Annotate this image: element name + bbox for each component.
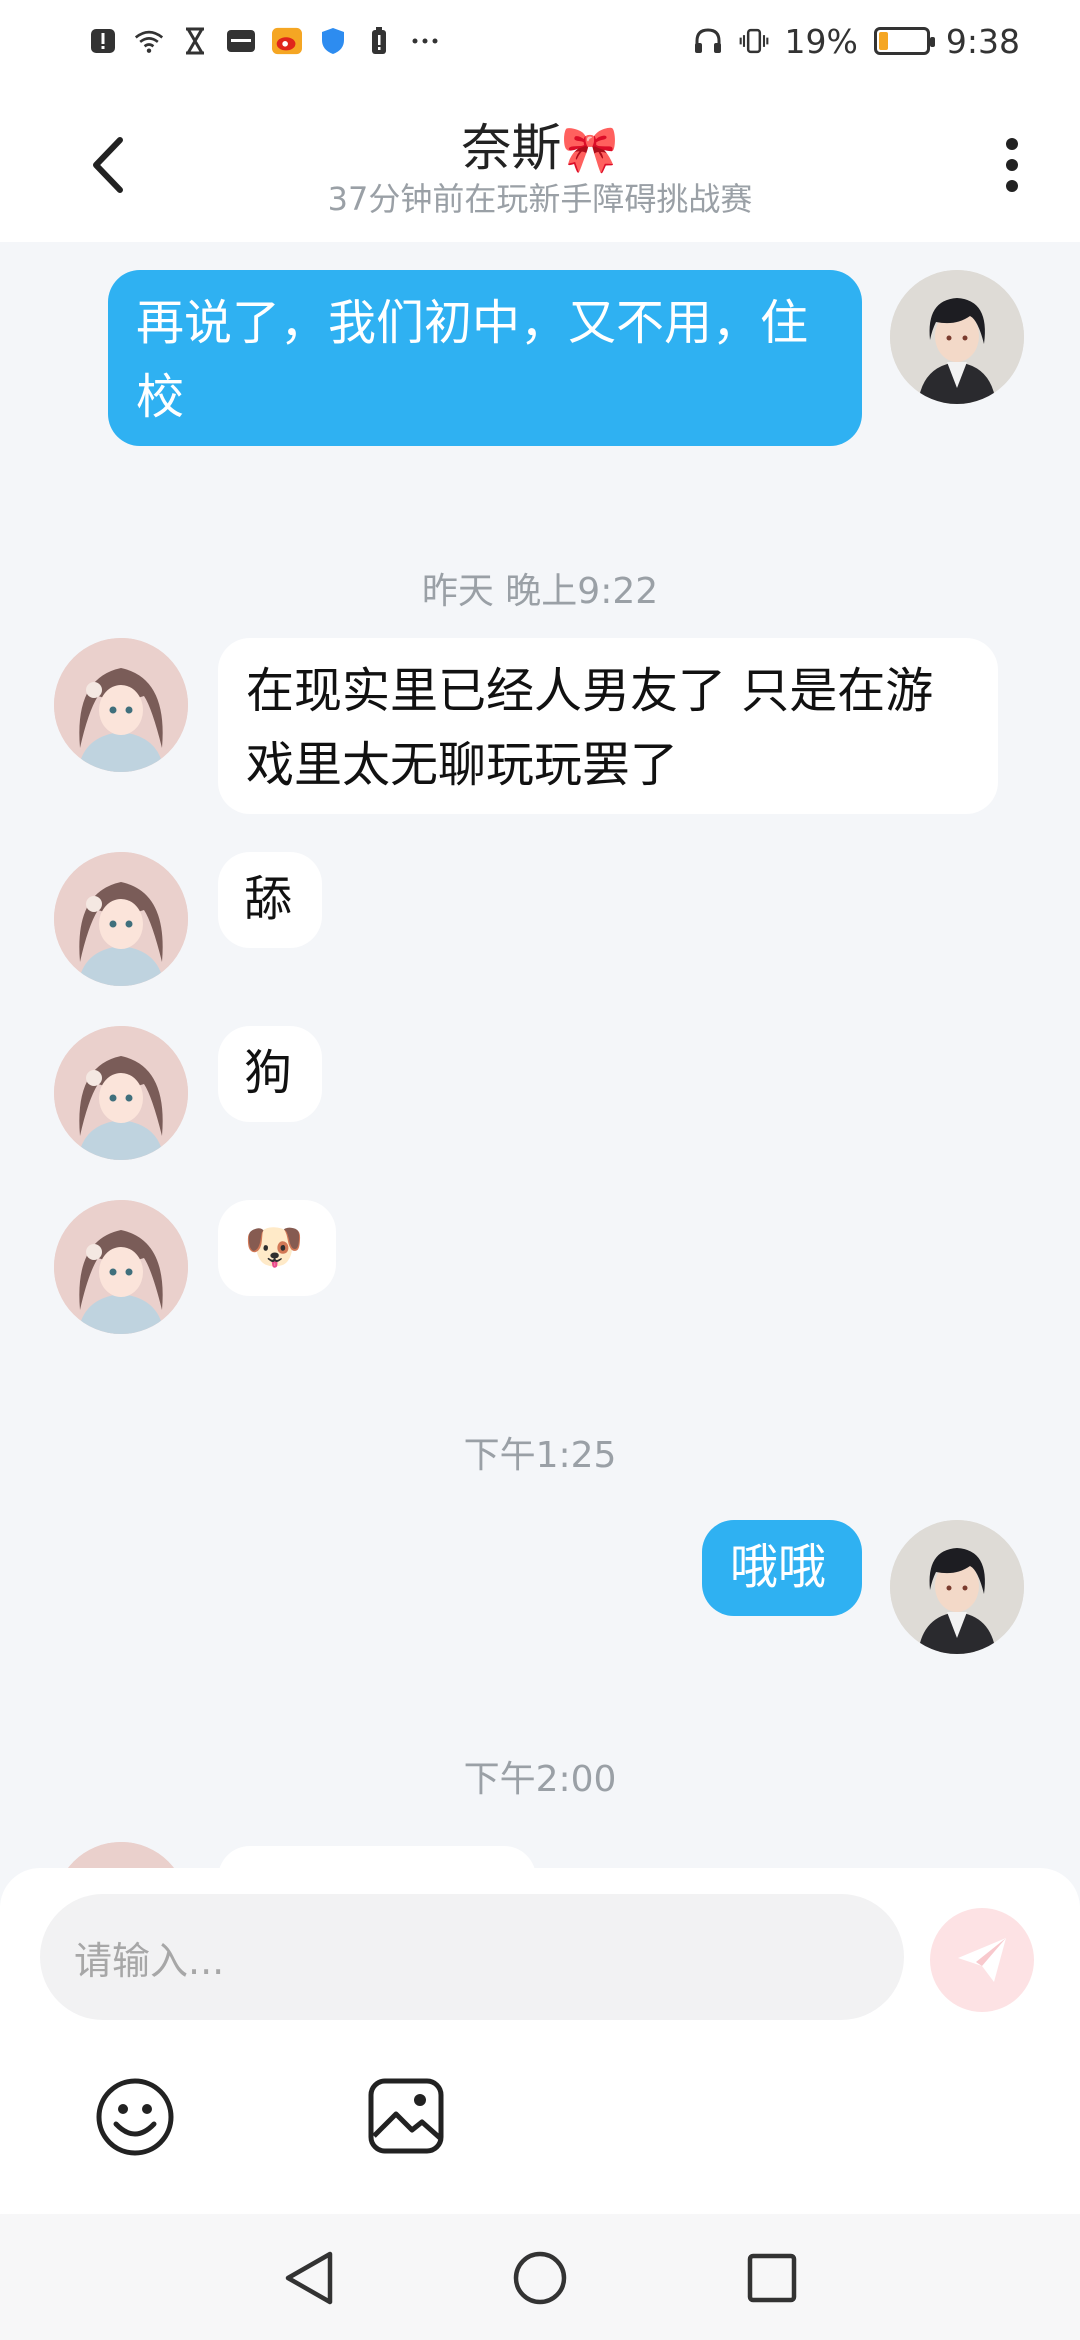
system-navigation-bar (0, 2214, 1080, 2340)
composer: 请输入... (0, 1868, 1080, 2214)
timestamp-afternoon-2: 下午2:00 (463, 1759, 617, 1800)
message-input[interactable]: 请输入... (40, 1894, 904, 2020)
boy-avatar-icon (890, 270, 1024, 404)
more-options-button[interactable] (992, 130, 1032, 200)
battery-percent: 19% (784, 21, 858, 61)
more-vertical-icon (1006, 138, 1018, 192)
nav-recents-button[interactable] (746, 2252, 798, 2304)
square-recents-icon (747, 2253, 797, 2303)
weibo-icon (272, 26, 302, 56)
vibrate-icon (739, 26, 769, 56)
my-avatar[interactable] (890, 270, 1024, 404)
message-text: 狗 (244, 1045, 293, 1101)
dog-emoji: 🐶 (244, 1219, 304, 1275)
chat-screen: 19% 9:38 奈斯🎀 37分钟前在玩新手障碍挑战赛 再说了，我们初中，又不用… (0, 0, 1080, 2340)
nav-back-button[interactable] (282, 2248, 336, 2308)
image-icon (368, 2078, 444, 2154)
message-bubble-outgoing[interactable]: 哦哦 (702, 1520, 862, 1616)
circle-home-icon (513, 2251, 567, 2305)
timestamp-yesterday: 昨天 晚上9:22 (421, 571, 659, 612)
shield-icon (318, 26, 348, 56)
nav-home-button[interactable] (512, 2250, 568, 2306)
girl-avatar-icon (54, 1026, 188, 1160)
message-text: 在现实里已经人男友了 只是在游戏里太无聊玩玩罢了 (246, 663, 934, 793)
girl-avatar-icon (54, 852, 188, 986)
clock: 9:38 (945, 21, 1020, 61)
contact-avatar[interactable] (54, 1200, 188, 1334)
triangle-back-icon (285, 2251, 333, 2305)
bow-emoji: 🎀 (561, 122, 619, 176)
contact-name: 奈斯🎀 (0, 108, 1080, 180)
alert-icon (88, 26, 118, 56)
image-button[interactable] (366, 2076, 446, 2156)
paper-plane-icon (958, 1938, 1006, 1982)
message-bubble-incoming[interactable]: 舔 (218, 852, 322, 948)
message-list[interactable]: 再说了，我们初中，又不用，住校 昨天 晚上9:22 在现实里已经人男友了 只是在… (0, 242, 1080, 1872)
message-bubble-incoming[interactable]: 在现实里已经人男友了 只是在游戏里太无聊玩玩罢了 (218, 638, 998, 814)
girl-avatar-icon (54, 1200, 188, 1334)
status-bar: 19% 9:38 (0, 0, 1080, 82)
message-bubble-incoming[interactable]: 狗 (218, 1026, 322, 1122)
message-bubble-incoming[interactable]: 🐶 (218, 1200, 336, 1296)
my-avatar[interactable] (890, 1520, 1024, 1654)
message-text: 舔 (244, 871, 293, 927)
battery-alert-icon (364, 26, 394, 56)
message-text: 哦哦 (730, 1539, 827, 1595)
contact-name-text: 奈斯 (461, 119, 562, 177)
contact-avatar[interactable] (54, 638, 188, 772)
emoji-button[interactable] (94, 2076, 176, 2158)
contact-status: 37分钟前在玩新手障碍挑战赛 (327, 180, 753, 218)
chat-header: 奈斯🎀 37分钟前在玩新手障碍挑战赛 (0, 82, 1080, 242)
smiley-icon (96, 2078, 174, 2156)
battery-icon (873, 27, 935, 55)
timestamp-afternoon-1: 下午1:25 (463, 1435, 617, 1476)
contact-avatar[interactable] (54, 1026, 188, 1160)
boy-avatar-icon (890, 1520, 1024, 1654)
contact-avatar[interactable] (54, 852, 188, 986)
message-text: 再说了，我们初中，又不用，住校 (136, 295, 809, 425)
hourglass-icon (180, 26, 210, 56)
headphones-icon (693, 26, 723, 56)
more-dots-icon (410, 26, 440, 56)
huawei-icon (226, 26, 256, 56)
girl-avatar-icon (54, 638, 188, 772)
message-input-placeholder: 请输入... (74, 1938, 225, 1983)
send-button[interactable] (930, 1908, 1034, 2012)
wifi-icon (134, 26, 164, 56)
message-bubble-outgoing[interactable]: 再说了，我们初中，又不用，住校 (108, 270, 862, 446)
